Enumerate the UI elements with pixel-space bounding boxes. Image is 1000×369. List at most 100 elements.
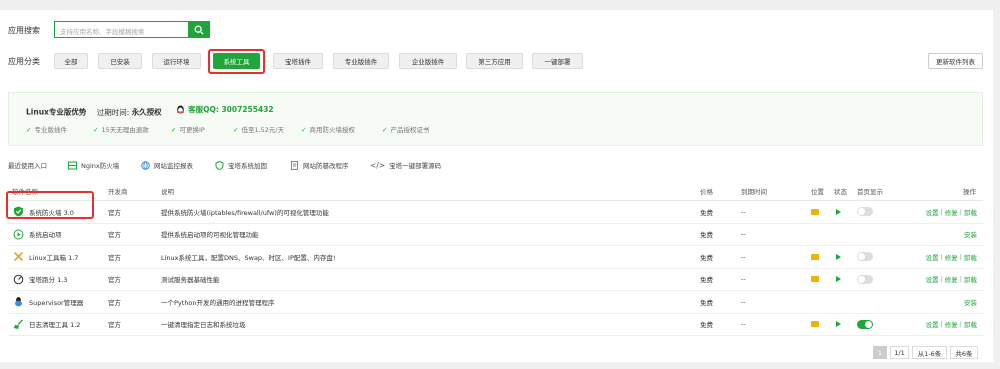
recent-item-site-monitor[interactable]: 网站监控报表 [141,160,193,170]
row-actions: 设置 | 修复 | 卸载 [925,252,977,262]
action-settings-link[interactable]: 设置 [926,207,939,217]
software-expire: -- [741,297,746,306]
action-repair-link[interactable]: 修复 [945,274,958,284]
action-uninstall-link[interactable]: 卸载 [964,274,977,284]
qq-icon [177,105,185,113]
home-display-toggle[interactable] [857,314,873,336]
software-expire: -- [741,320,746,329]
play-icon[interactable] [836,314,841,336]
folder-icon[interactable] [811,269,819,291]
supervisor-icon [15,297,22,307]
category-installed[interactable]: 已安装 [98,53,142,69]
recent-item-nginx-firewall[interactable]: Nginx防火墙 [68,160,119,170]
promo-edition: Linux专业版优势 [26,107,87,117]
software-name[interactable]: Linux工具箱 1.7 [13,246,78,268]
table-row: 系统启动项 官方 提供系统启动项的可视化管理功能 免费 -- 安装 [8,224,983,246]
table-row: 日志清理工具 1.2 官方 一键清理指定日志和系统垃圾 免费 -- 设置 | 修复 | 卸载 [8,314,983,336]
row-actions: 安装 [964,291,977,313]
feature-item: ✓ 产品授权证书 [382,126,430,134]
gauge-icon [13,274,24,285]
software-name[interactable]: 日志清理工具 1.2 [13,314,80,336]
row-actions: 设置 | 修复 | 卸载 [925,319,977,330]
promo-expire-value: 永久授权 [131,107,162,117]
action-install-link[interactable]: 安装 [964,297,977,307]
search-icon [194,25,204,34]
feature-item: ✓ 专业版插件 [26,126,67,134]
software-price: 免费 [700,321,713,330]
software-desc: 测试服务器基础性能 [161,276,220,285]
category-enterprise-plugins[interactable]: 企业版插件 [399,53,457,69]
promo-support[interactable]: 客服QQ: 3007255432 [176,104,274,115]
software-vendor: 官方 [108,231,121,240]
software-price: 免费 [700,298,713,307]
category-third-party[interactable]: 第三方应用 [466,53,523,69]
recent-item-tamper-proof[interactable]: 网站防篡改程序 [290,160,349,170]
category-pro-plugins[interactable]: 专业版插件 [333,53,389,69]
software-name-text: 系统启动项 [29,231,62,240]
refresh-list-button[interactable]: 更新软件列表 [928,53,983,69]
toolbox-icon [13,252,24,262]
play-icon[interactable] [836,269,841,291]
promo-support-text: 客服QQ: 3007255432 [188,105,274,114]
software-name[interactable]: Supervisor管理器 [13,291,83,313]
col-location: 位置 [811,188,824,196]
feature-item: ✓ 可更换IP [171,126,205,134]
category-runtime[interactable]: 运行环境 [152,53,201,69]
software-name[interactable]: 系统启动项 [13,224,62,246]
action-repair-link[interactable]: 修复 [945,252,958,262]
home-display-toggle[interactable] [857,246,873,268]
action-uninstall-link[interactable]: 卸载 [964,252,977,262]
page-count: 1/1 [890,346,909,359]
recent-item-system-hardening[interactable]: 宝塔系统加固 [215,160,267,170]
action-uninstall-link[interactable]: 卸载 [964,207,977,217]
folder-icon[interactable] [811,314,819,336]
action-install-link[interactable]: 安装 [964,229,977,239]
category-all[interactable]: 全部 [54,53,88,69]
action-repair-link[interactable]: 修复 [945,207,958,217]
search-input[interactable]: 支持应用名称、字段模糊搜索 [54,21,188,38]
action-settings-link[interactable]: 设置 [926,274,939,284]
software-expire: -- [741,207,746,216]
category-bt-plugins[interactable]: 宝塔插件 [273,53,323,69]
software-expire: -- [741,252,746,261]
folder-icon[interactable] [811,246,819,268]
search-button[interactable] [188,21,210,38]
recent-item-deploy-source[interactable]: </> 宝塔一键部署源码 [370,160,441,171]
home-display-toggle[interactable] [857,201,873,223]
col-vendor: 开发商 [108,188,128,196]
search-label: 应用搜索 [8,26,40,35]
folder-icon[interactable] [811,201,819,223]
table-row: 系统防火墙 3.0 官方 提供系统防火墙(iptables/firewall/ufw… [8,201,983,224]
software-expire: -- [741,275,746,284]
action-settings-link[interactable]: 设置 [926,319,939,329]
software-name[interactable]: 宝塔跑分 1.3 [13,269,67,291]
highlight-box-row [6,191,94,219]
recent-label: 最近使用入口 [8,162,47,170]
software-desc: 提供系统启动项的可视化管理功能 [161,231,259,240]
promo-panel: Linux专业版优势 过期时间: 永久授权 客服QQ: 3007255432 ✓… [8,92,983,146]
software-vendor: 官方 [108,321,121,330]
category-label: 应用分类 [8,57,40,66]
globe-icon [141,160,150,170]
power-icon [13,229,24,240]
col-price: 价格 [700,188,713,196]
page-total: 共6条 [950,346,978,359]
promo-expire-label: 过期时间: [96,107,130,117]
play-icon[interactable] [836,201,841,223]
play-icon[interactable] [836,246,841,268]
page-current[interactable]: 1 [873,346,887,359]
col-expire: 到期时间 [741,188,767,196]
action-uninstall-link[interactable]: 卸载 [964,319,977,329]
action-repair-link[interactable]: 修复 [945,319,958,329]
software-vendor: 官方 [108,298,121,307]
software-vendor: 官方 [108,253,121,262]
col-actions: 操作 [963,188,976,196]
software-name-text: Linux工具箱 1.7 [29,253,79,262]
home-display-toggle[interactable] [857,269,873,291]
broom-icon [13,319,23,329]
software-price: 免费 [700,208,713,217]
table-row: Linux工具箱 1.7 官方 Linux系统工具，配置DNS、Swap、时区、IP… [8,246,983,269]
category-one-click-deploy[interactable]: 一键部署 [532,53,583,69]
action-settings-link[interactable]: 设置 [926,252,939,262]
col-home-display: 首页显示 [857,188,883,196]
